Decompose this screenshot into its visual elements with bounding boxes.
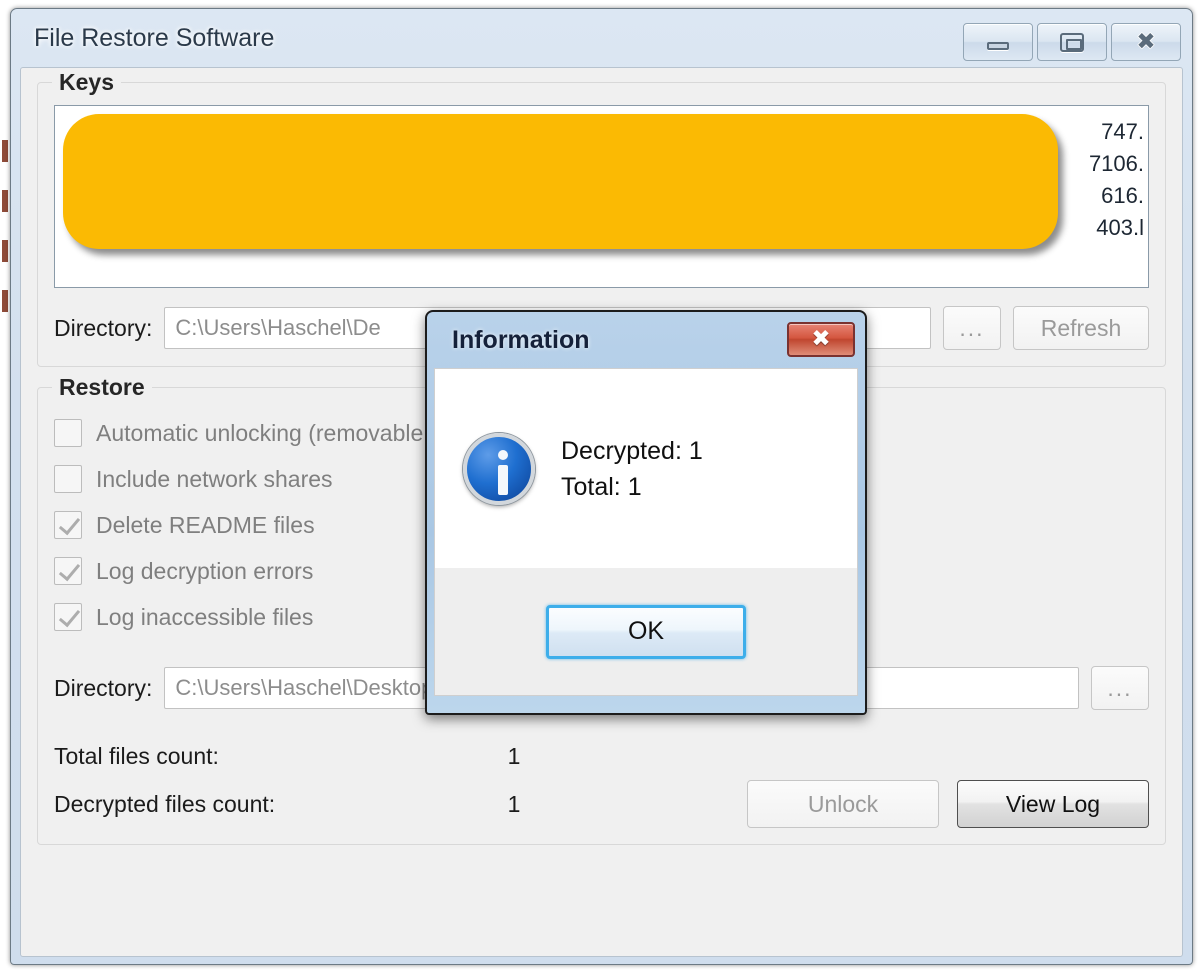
keys-group-label: Keys: [52, 69, 121, 96]
view-log-button[interactable]: View Log: [957, 780, 1149, 828]
ok-button[interactable]: OK: [546, 604, 746, 659]
keys-browse-button[interactable]: ...: [943, 306, 1001, 350]
close-button[interactable]: ✖: [1111, 23, 1181, 61]
restore-directory-label: Directory:: [54, 674, 153, 701]
decrypted-files-count-value: 1: [507, 790, 521, 817]
keys-listbox[interactable]: 747. 7106. 616. 403.l: [54, 105, 1149, 288]
total-files-count-label: Total files count:: [54, 742, 219, 769]
checkbox-delete-readme-files[interactable]: [54, 511, 82, 539]
checkbox-label-include-network-shares: Include network shares: [96, 465, 333, 492]
background-artifact: [2, 190, 8, 212]
close-icon: ✖: [811, 326, 831, 352]
information-icon: [463, 432, 535, 505]
checkbox-automatic-unlocking[interactable]: [54, 419, 82, 447]
checkbox-log-decryption-errors[interactable]: [54, 557, 82, 585]
dialog-body: Decrypted: 1 Total: 1: [434, 368, 858, 568]
keys-directory-label: Directory:: [54, 314, 153, 341]
restore-browse-button[interactable]: ...: [1091, 666, 1149, 710]
refresh-button[interactable]: Refresh: [1013, 306, 1149, 350]
dialog-message: Decrypted: 1 Total: 1: [561, 436, 703, 501]
dialog-footer: OK: [434, 568, 858, 696]
window-title: File Restore Software: [34, 23, 275, 52]
restore-button[interactable]: [1037, 23, 1107, 61]
checkbox-label-log-decryption-errors: Log decryption errors: [96, 557, 314, 584]
keys-listbox-text: 747. 7106. 616. 403.l: [1088, 119, 1144, 240]
dialog-close-button[interactable]: ✖: [787, 322, 855, 357]
background-artifact: [2, 140, 8, 162]
total-files-count-row: Total files count: 1: [54, 732, 1149, 780]
checkbox-label-delete-readme-files: Delete README files: [96, 511, 315, 538]
decrypted-files-count-row: Decrypted files count: 1 Unlock View Log: [54, 780, 1149, 828]
redaction-overlay-keys: [63, 114, 1058, 249]
restore-group-label: Restore: [52, 374, 152, 401]
background-artifact: [2, 240, 8, 262]
close-icon: ✖: [1136, 28, 1156, 55]
checkbox-label-log-inaccessible-files: Log inaccessible files: [96, 603, 314, 630]
restore-actions: Unlock View Log: [747, 780, 1149, 828]
unlock-button[interactable]: Unlock: [747, 780, 939, 828]
minimize-button[interactable]: [963, 23, 1033, 61]
information-dialog: Information ✖ Decrypted: 1 Total: 1 OK: [425, 310, 867, 715]
checkbox-log-inaccessible-files[interactable]: [54, 603, 82, 631]
window-controls: ✖: [963, 23, 1181, 61]
restore-directory-value: C:\Users\Haschel\Desktop: [175, 675, 434, 700]
total-files-count-value: 1: [507, 742, 521, 769]
dialog-title-bar: Information ✖: [434, 312, 858, 368]
dialog-title: Information: [452, 325, 590, 354]
title-bar: File Restore Software ✖: [20, 9, 1183, 67]
checkbox-include-network-shares[interactable]: [54, 465, 82, 493]
background-artifact: [2, 290, 8, 312]
minimize-icon: [987, 42, 1009, 50]
restore-icon: [1060, 32, 1084, 52]
decrypted-files-count-label: Decrypted files count:: [54, 790, 276, 817]
